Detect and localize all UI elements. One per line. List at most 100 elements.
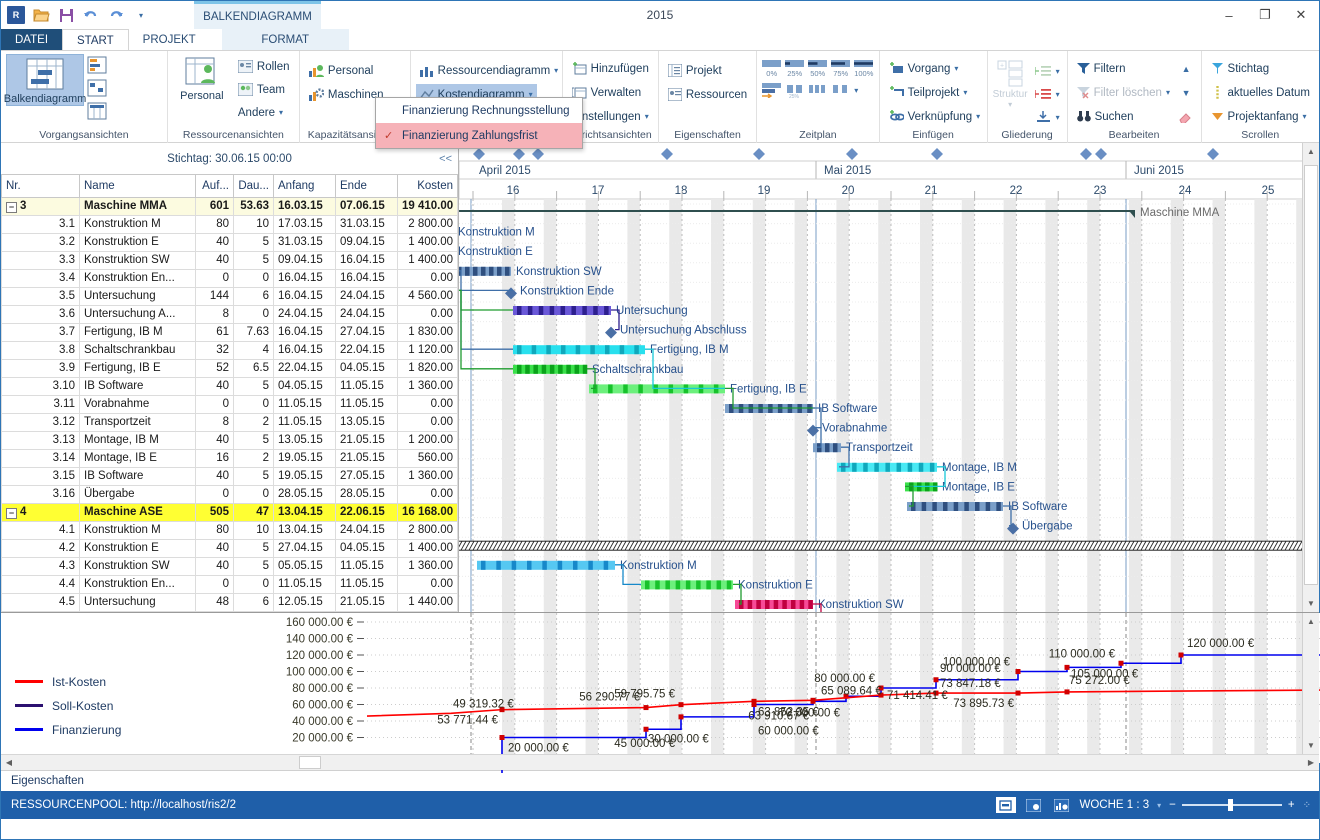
view-gantt-icon[interactable] [995,797,1016,813]
outdent-button[interactable]: ▾ [1033,61,1062,82]
scroll-up-icon[interactable]: ▲ [1182,64,1196,74]
table-row[interactable]: −4 Maschine ASE 505 47 13.04.15 22.06.15 16 16… [1,502,458,522]
table-row[interactable]: 3.1 Konstruktion M 80 10 17.03.15 31.03.15 2 8… [1,214,458,234]
ressourcen-properties-button[interactable]: Ressourcen [664,84,751,105]
chevron-down-icon[interactable]: ▾ [976,112,980,121]
gantt-variant-1-icon[interactable] [87,56,107,77]
table-row[interactable]: 3.15 IB Software 40 5 19.05.15 27.05.15 1 360.… [1,466,458,486]
chevron-down-icon[interactable]: ▾ [954,64,958,73]
chart-data-point[interactable] [678,701,684,707]
table-row[interactable]: 3.11 Vorabnahme 0 0 11.05.15 11.05.15 0.00 [1,394,458,414]
verknuepfung-button[interactable]: Verknüpfung ▾ [885,106,985,127]
menu-item-finanzierung-rechnungsstellung[interactable]: Finanzierung Rechnungsstellung [376,98,582,123]
tab-format[interactable]: FORMAT [221,29,349,51]
view-resource-icon[interactable] [1024,797,1044,813]
chevron-down-icon[interactable]: ▾ [1056,90,1060,99]
progress-25-button[interactable]: 25% [785,59,805,78]
scroll-right-arrow[interactable]: ▶ [1303,755,1319,771]
progress-75-button[interactable]: 75% [831,59,851,78]
filtern-button[interactable]: Filtern [1073,58,1182,79]
chevron-down-icon[interactable]: ▾ [854,82,858,95]
balkendiagramm-button[interactable]: Balkendiagramm [4,54,86,106]
chart-data-point[interactable] [1015,690,1021,696]
minimize-button[interactable]: – [1211,1,1247,29]
chevron-down-icon[interactable]: ▾ [1056,113,1060,122]
suchen-button[interactable]: Suchen [1073,106,1178,127]
table-row[interactable]: 4.5 Untersuchung 48 6 12.05.15 21.05.15 1 440.… [1,592,458,612]
zoom-track[interactable] [1181,799,1282,811]
table-row[interactable]: 3.14 Montage, IB E 16 2 19.05.15 21.05.15 560.… [1,448,458,468]
kostendiagramm-dropdown-menu[interactable]: Finanzierung Rechnungsstellung ✓ Finanzi… [375,97,583,149]
table-row[interactable]: 3.8 Schaltschrankbau 32 4 16.04.15 22.04.15 1 … [1,340,458,360]
gantt-bar[interactable] [459,540,1304,551]
table-row[interactable]: 4.3 Konstruktion SW 40 5 05.05.15 11.05.15 1 3… [1,556,458,576]
stichtag-button[interactable]: Stichtag [1207,58,1274,79]
chart-data-point[interactable] [1015,668,1021,674]
chevron-down-icon[interactable]: ▾ [645,112,649,121]
resize-grip-icon[interactable]: ⁘ [1303,800,1311,811]
gantt-bar[interactable] [837,462,937,472]
chart-data-point[interactable] [678,713,684,719]
gantt-vertical-scrollbar[interactable]: ▲ ▼ [1302,143,1319,612]
chevron-down-icon[interactable]: ▾ [1008,100,1012,109]
table-row[interactable]: −3 Maschine MMA 601 53.63 16.03.15 07.06.15 19… [1,196,458,216]
rollen-button[interactable]: Rollen [234,56,294,77]
collapse-pane-button[interactable]: << [439,153,452,165]
teilprojekt-button[interactable]: Teilprojekt ▾ [885,82,972,103]
chevron-down-icon[interactable]: ▾ [1056,67,1060,76]
maximize-button[interactable]: ❐ [1247,1,1283,29]
scrollbar-track[interactable] [17,755,1303,771]
gantt-variant-3-icon[interactable] [87,102,107,123]
team-button[interactable]: Team [234,79,294,100]
gantt-variant-2-icon[interactable] [87,79,107,100]
chevron-down-icon[interactable]: ▾ [1303,112,1307,121]
col-header-ende[interactable]: Ende [335,175,398,198]
view-cost-icon[interactable] [1052,797,1072,813]
schedule-dist-2-icon[interactable] [808,82,827,101]
gantt-bar[interactable] [513,345,645,355]
chart-vertical-scrollbar[interactable]: ▲ ▼ [1302,612,1319,755]
chart-data-point[interactable] [1118,660,1124,666]
col-header-nr[interactable]: Nr. [1,175,80,198]
gantt-bar[interactable] [513,364,588,374]
col-header-aufwand[interactable]: Auf... [195,175,234,198]
gantt-bar[interactable] [513,306,611,315]
scroll-down-icon[interactable]: ▼ [1182,88,1196,98]
table-row[interactable]: 3.10 IB Software 40 5 04.05.15 11.05.15 1 360.… [1,376,458,396]
scroll-down-arrow[interactable]: ▼ [1303,594,1319,612]
table-row[interactable]: 4.1 Konstruktion M 80 10 13.04.15 24.04.15 2 8… [1,520,458,540]
progress-0-button[interactable]: 0% [762,59,782,78]
gantt-bar[interactable] [641,580,733,590]
chevron-down-icon[interactable]: ▾ [963,88,967,97]
gantt-chart-pane[interactable]: April 2015Mai 2015Juni 20151617181920212… [459,143,1319,612]
filter-loeschen-button[interactable]: Filter löschen ▾ [1073,82,1182,103]
gantt-bar[interactable] [907,502,1003,511]
progress-50-button[interactable]: 50% [808,59,828,78]
vorgang-button[interactable]: Vorgang ▾ [885,58,963,79]
table-row[interactable]: 3.12 Transportzeit 8 2 11.05.15 13.05.15 0.00 [1,412,458,432]
aktuelles-datum-button[interactable]: aktuelles Datum [1207,82,1314,103]
scrollbar-thumb[interactable] [299,755,321,769]
indent-button[interactable]: ▾ [1033,84,1062,105]
andere-button[interactable]: Andere ▾ [234,102,294,123]
table-row[interactable]: 4.4 Konstruktion En... 0 0 11.05.15 11.05.15 0… [1,574,458,594]
chevron-down-icon[interactable]: ▾ [1157,801,1161,810]
collapse-all-button[interactable]: ▾ [1033,107,1062,128]
close-button[interactable]: ✕ [1283,1,1319,29]
eraser-icon[interactable] [1178,111,1196,123]
hinzufuegen-button[interactable]: Hinzufügen [568,58,653,79]
table-row[interactable]: 3.9 Fertigung, IB E 52 6.5 22.04.15 04.05.15 1… [1,358,458,378]
projektanfang-button[interactable]: Projektanfang ▾ [1207,106,1311,127]
gantt-bar[interactable] [477,560,615,570]
chevron-down-icon[interactable]: ▾ [1166,88,1170,97]
chart-plot-area[interactable]: 49 319.32 €53 771.44 €56 290.77 €59 795.… [367,612,1320,773]
table-row[interactable]: 3.6 Untersuchung A... 8 0 24.04.15 24.04.15 0.… [1,304,458,324]
col-header-name[interactable]: Name [79,175,196,198]
chevron-down-icon[interactable]: ▾ [554,66,558,75]
progress-100-button[interactable]: 100% [854,59,873,78]
chart-data-point[interactable] [643,726,649,732]
tab-datei[interactable]: DATEI [1,29,63,51]
chart-data-point[interactable] [1064,664,1070,670]
horizontal-scrollbar[interactable]: ◀ ▶ [1,754,1319,771]
chart-data-point[interactable] [1178,652,1184,657]
